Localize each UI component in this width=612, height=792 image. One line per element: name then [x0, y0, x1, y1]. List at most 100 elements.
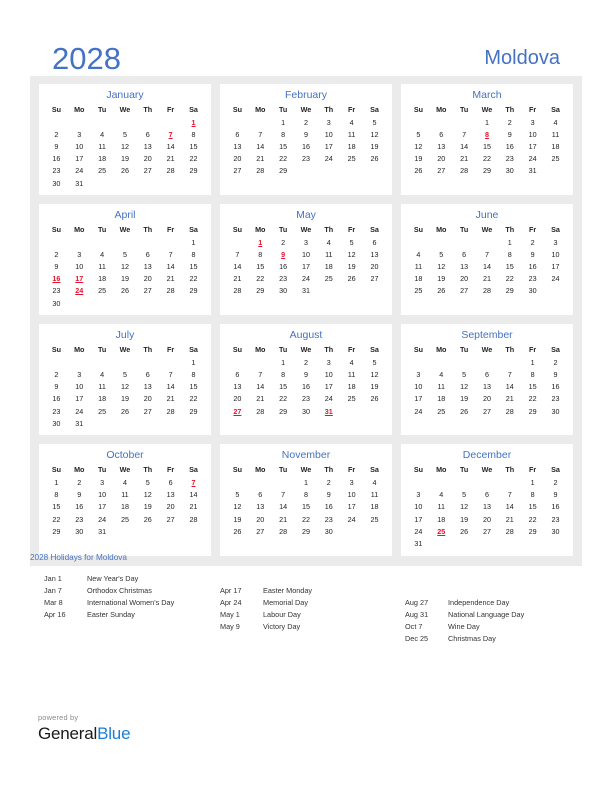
day-cell[interactable]: 25 [340, 393, 363, 405]
day-cell[interactable]: 7 [159, 368, 182, 380]
day-cell[interactable]: 31 [68, 417, 91, 429]
day-cell[interactable]: 16 [45, 393, 68, 405]
day-cell[interactable]: 19 [136, 501, 159, 513]
day-cell[interactable]: 28 [159, 285, 182, 297]
day-cell[interactable]: 2 [45, 128, 68, 140]
day-cell[interactable]: 22 [521, 513, 544, 525]
day-cell[interactable]: 6 [453, 248, 476, 260]
day-cell[interactable]: 24 [340, 513, 363, 525]
day-cell[interactable]: 22 [521, 393, 544, 405]
day-cell[interactable]: 29 [521, 525, 544, 537]
day-cell[interactable]: 18 [407, 273, 430, 285]
day-cell[interactable]: 15 [182, 381, 205, 393]
day-cell[interactable]: 8 [182, 128, 205, 140]
day-cell[interactable]: 22 [476, 153, 499, 165]
day-cell[interactable]: 7 [453, 128, 476, 140]
day-cell[interactable]: 16 [272, 261, 295, 273]
day-cell[interactable]: 26 [430, 285, 453, 297]
day-cell[interactable]: 12 [136, 489, 159, 501]
day-cell[interactable]: 20 [476, 393, 499, 405]
day-cell[interactable]: 16 [45, 153, 68, 165]
day-cell[interactable]: 8 [295, 489, 318, 501]
day-cell[interactable]: 21 [249, 393, 272, 405]
day-cell[interactable]: 19 [340, 261, 363, 273]
day-cell[interactable]: 3 [295, 236, 318, 248]
day-cell[interactable]: 31 [295, 285, 318, 297]
day-cell[interactable]: 1 [182, 356, 205, 368]
day-cell[interactable]: 4 [91, 368, 114, 380]
day-cell[interactable]: 28 [498, 405, 521, 417]
day-cell[interactable]: 12 [363, 128, 386, 140]
day-cell[interactable]: 8 [45, 489, 68, 501]
day-cell[interactable]: 12 [226, 501, 249, 513]
day-cell[interactable]: 14 [453, 140, 476, 152]
day-cell[interactable]: 8 [521, 368, 544, 380]
day-cell[interactable]: 12 [453, 381, 476, 393]
day-cell[interactable]: 20 [363, 261, 386, 273]
day-cell[interactable]: 2 [544, 356, 567, 368]
day-cell[interactable]: 23 [544, 393, 567, 405]
day-cell[interactable]: 26 [114, 165, 137, 177]
day-cell[interactable]: 11 [91, 261, 114, 273]
day-cell[interactable]: 13 [476, 501, 499, 513]
day-cell[interactable]: 18 [430, 513, 453, 525]
day-cell[interactable]: 21 [272, 513, 295, 525]
day-cell[interactable]: 15 [272, 381, 295, 393]
day-cell[interactable]: 1 [498, 236, 521, 248]
day-cell[interactable]: 13 [453, 261, 476, 273]
day-cell[interactable]: 17 [521, 140, 544, 152]
day-cell[interactable]: 3 [407, 368, 430, 380]
day-cell[interactable]: 26 [136, 513, 159, 525]
day-cell[interactable]: 18 [544, 140, 567, 152]
day-cell[interactable]: 21 [249, 153, 272, 165]
day-cell[interactable]: 7 [498, 489, 521, 501]
day-cell[interactable]: 6 [159, 476, 182, 488]
day-cell[interactable]: 25 [430, 405, 453, 417]
day-cell[interactable]: 27 [136, 285, 159, 297]
day-cell[interactable]: 10 [317, 368, 340, 380]
day-cell[interactable]: 19 [453, 513, 476, 525]
day-cell[interactable]: 5 [114, 248, 137, 260]
day-cell[interactable]: 11 [363, 489, 386, 501]
day-cell[interactable]: 16 [317, 501, 340, 513]
day-cell[interactable]: 5 [363, 116, 386, 128]
day-cell[interactable]: 3 [340, 476, 363, 488]
day-cell[interactable]: 9 [544, 489, 567, 501]
day-cell[interactable]: 10 [317, 128, 340, 140]
day-cell[interactable]: 28 [182, 513, 205, 525]
day-cell[interactable]: 2 [45, 368, 68, 380]
day-cell[interactable]: 18 [91, 393, 114, 405]
day-cell[interactable]: 28 [159, 165, 182, 177]
day-cell[interactable]: 11 [430, 381, 453, 393]
day-cell[interactable]: 24 [407, 525, 430, 537]
day-cell[interactable]: 10 [407, 381, 430, 393]
day-cell[interactable]: 8 [498, 248, 521, 260]
day-cell[interactable]: 20 [453, 273, 476, 285]
day-cell[interactable]: 9 [295, 128, 318, 140]
day-cell[interactable]: 13 [226, 140, 249, 152]
day-cell-holiday[interactable]: 27 [226, 405, 249, 417]
day-cell[interactable]: 6 [363, 236, 386, 248]
day-cell[interactable]: 29 [272, 165, 295, 177]
day-cell[interactable]: 3 [317, 356, 340, 368]
day-cell[interactable]: 18 [430, 393, 453, 405]
day-cell[interactable]: 16 [295, 381, 318, 393]
day-cell[interactable]: 6 [476, 368, 499, 380]
day-cell[interactable]: 2 [295, 356, 318, 368]
day-cell[interactable]: 11 [430, 501, 453, 513]
day-cell[interactable]: 10 [68, 261, 91, 273]
day-cell[interactable]: 19 [430, 273, 453, 285]
day-cell[interactable]: 29 [498, 285, 521, 297]
day-cell[interactable]: 20 [136, 153, 159, 165]
day-cell[interactable]: 4 [340, 356, 363, 368]
day-cell[interactable]: 9 [317, 489, 340, 501]
day-cell[interactable]: 1 [45, 476, 68, 488]
day-cell[interactable]: 26 [453, 405, 476, 417]
day-cell[interactable]: 3 [68, 248, 91, 260]
day-cell[interactable]: 2 [272, 236, 295, 248]
day-cell[interactable]: 24 [68, 405, 91, 417]
day-cell[interactable]: 7 [249, 368, 272, 380]
day-cell[interactable]: 12 [114, 381, 137, 393]
day-cell[interactable]: 21 [159, 393, 182, 405]
day-cell[interactable]: 27 [136, 165, 159, 177]
